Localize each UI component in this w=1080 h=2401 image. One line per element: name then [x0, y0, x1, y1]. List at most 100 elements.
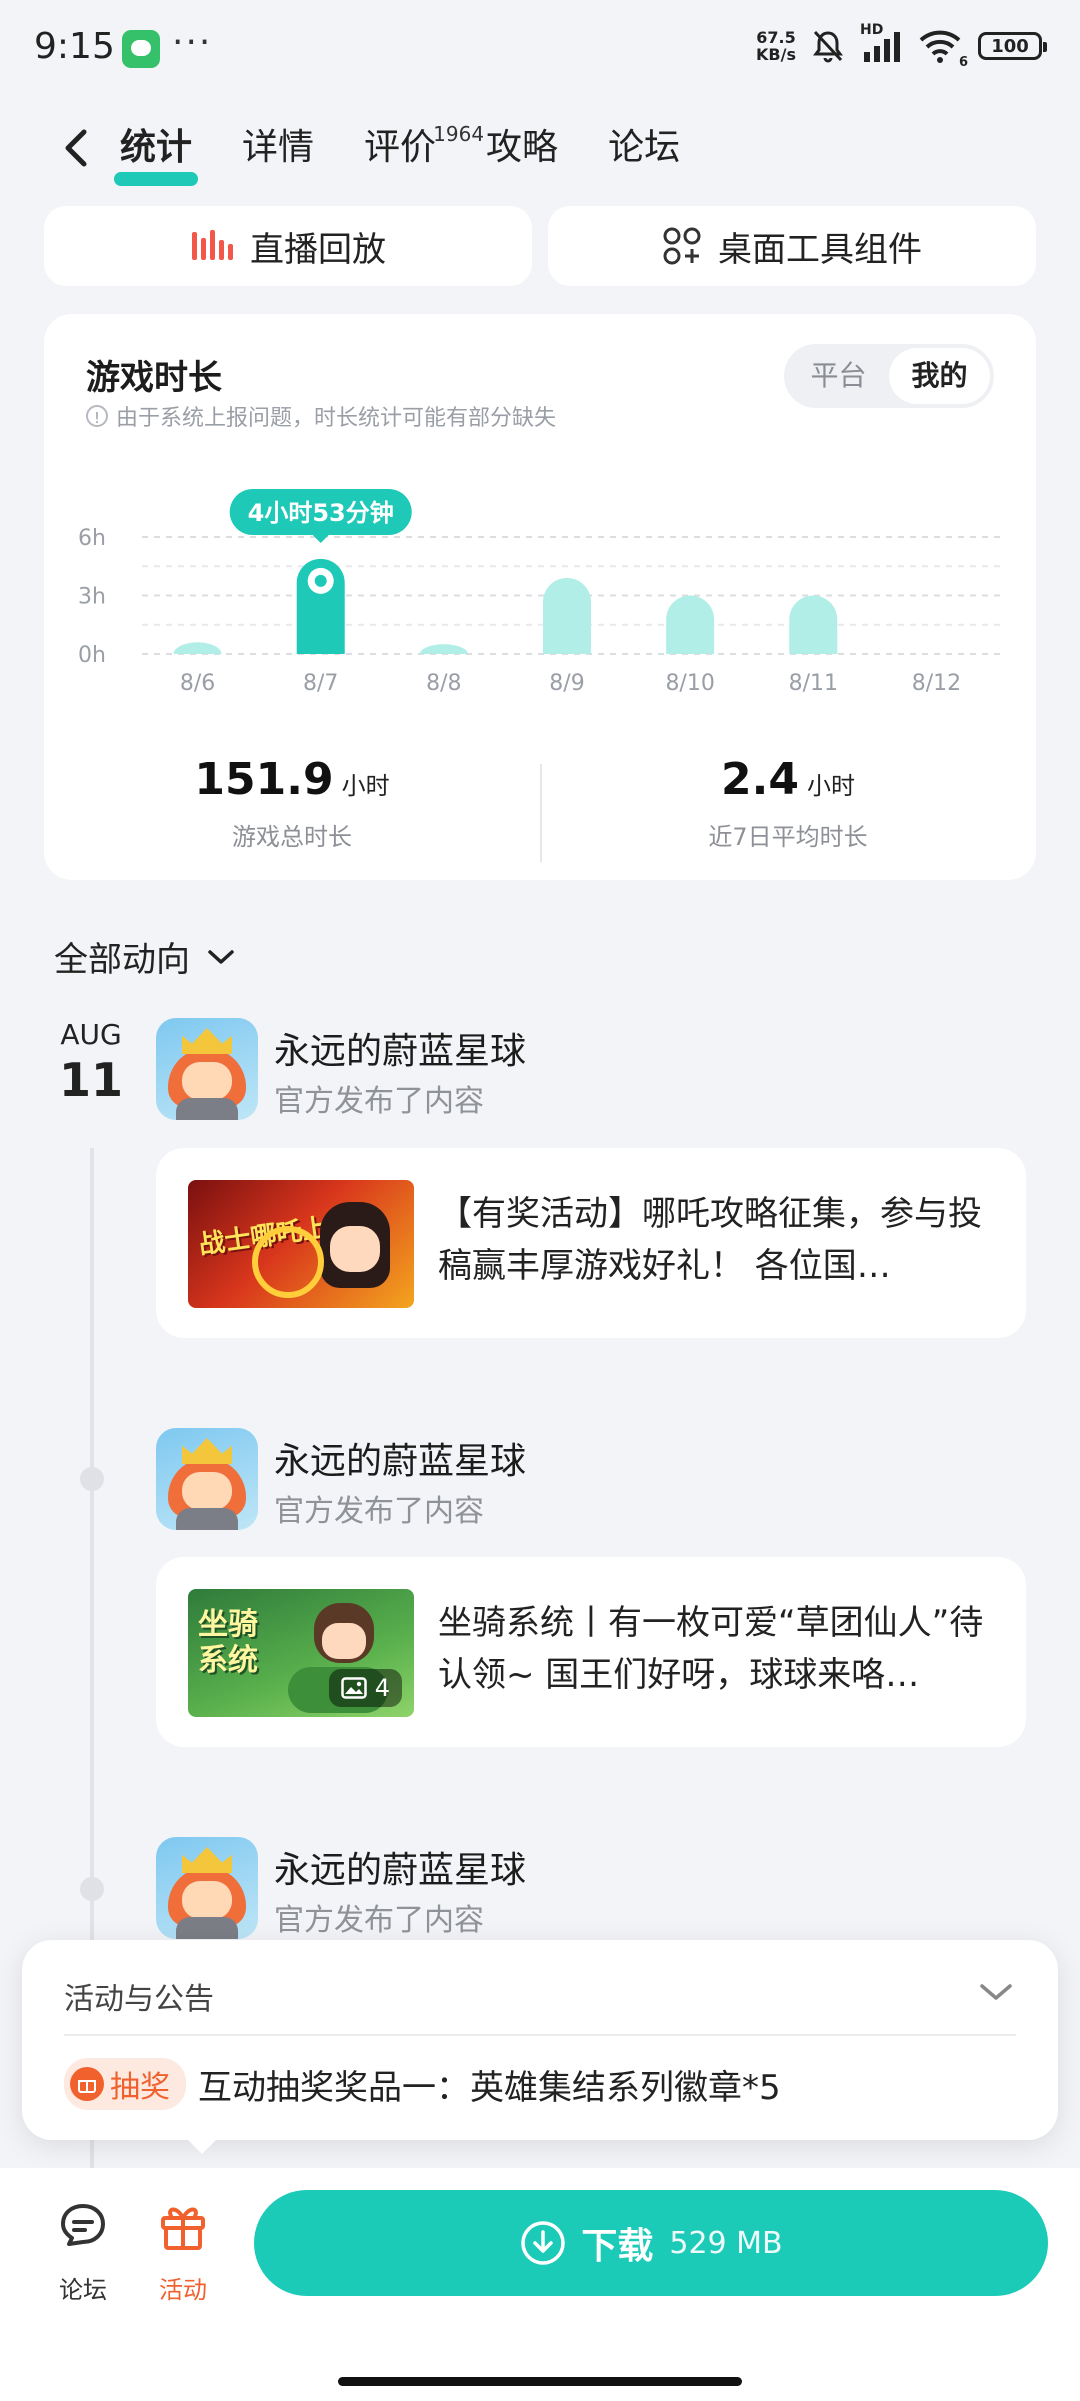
feed-post-card[interactable]: 坐骑系统 4 坐骑系统丨有一枚可爱“草团仙人”待认领~ 国王们好呀，球球来咯…	[156, 1557, 1026, 1747]
tab-details[interactable]: 详情	[242, 118, 314, 178]
publisher-name[interactable]: 永远的蔚蓝星球	[274, 1432, 526, 1484]
bottom-activity-label: 活动	[159, 2276, 207, 2304]
playtime-bar-chart: 0h 3h 6h 8/6 8/7 8/8 8/9 8/10 8/11 8/12 4小时53分钟	[78, 489, 1004, 696]
collapse-chevron-icon[interactable]	[978, 1980, 1014, 2004]
publisher-action: 官方发布了内容	[274, 1084, 484, 1119]
app-notification-icon	[122, 30, 160, 68]
toggle-platform[interactable]: 平台	[788, 348, 889, 404]
publisher-avatar[interactable]	[156, 1018, 258, 1120]
bottom-forum-button[interactable]: 论坛	[38, 2198, 128, 2305]
image-icon	[340, 1677, 367, 1699]
announcement-text: 互动抽奖奖品一：英雄集结系列徽章*5	[198, 2067, 781, 2108]
more-notifications-icon: ···	[172, 22, 213, 63]
publisher-avatar[interactable]	[156, 1428, 258, 1530]
info-icon: !	[86, 405, 108, 427]
post-thumbnail: 战士哪吒上手	[188, 1180, 414, 1308]
timeline-dot	[80, 1467, 104, 1491]
tab-reviews-label: 评价	[364, 127, 437, 168]
gift-icon	[70, 2067, 104, 2101]
activity-filter-label: 全部动向	[54, 940, 190, 980]
wifi-icon: 6	[918, 28, 968, 70]
chart-y-tick-label: 0h	[78, 643, 106, 668]
mute-bell-icon	[813, 30, 843, 63]
post-thumbnail: 坐骑系统 4	[188, 1589, 414, 1717]
publisher-action: 官方发布了内容	[274, 1494, 484, 1529]
chart-y-tick-label: 6h	[78, 526, 106, 551]
chart-bar[interactable]	[419, 644, 468, 654]
home-indicator[interactable]	[338, 2377, 742, 2386]
feed-post-card[interactable]: 战士哪吒上手 【有奖活动】哪吒攻略征集，参与投稿赢丰厚游戏好礼！ 各位国…	[156, 1148, 1026, 1338]
announcement-title: 活动与公告	[64, 1982, 214, 2017]
status-bar: 9:15 ··· 67.5 KB/s HD 6 100	[0, 0, 1080, 96]
image-count: 4	[374, 1674, 390, 1702]
chart-x-tick-label: 8/11	[789, 671, 838, 696]
chart-x-tick-label: 8/7	[303, 671, 338, 696]
chart-x-tick-label: 8/12	[912, 671, 961, 696]
chevron-down-icon	[208, 949, 234, 964]
timeline-dot	[80, 1877, 104, 1901]
average-playtime: 2.4 小时 近7日平均时长	[540, 754, 1036, 852]
top-nav: 统计 详情 评价 1964 攻略 论坛	[0, 100, 1080, 200]
chart-highlight-marker-dot	[314, 574, 327, 587]
avg-playtime-label: 近7日平均时长	[708, 823, 868, 851]
tab-bar: 统计 详情 评价 1964 攻略 论坛	[113, 118, 730, 186]
feed-date: AUG 11	[56, 1018, 126, 1107]
avg-playtime-value: 2.4	[721, 754, 799, 805]
cell-signal-icon: HD	[860, 22, 904, 64]
chart-x-tick-label: 8/6	[180, 671, 215, 696]
playtime-title: 游戏时长	[86, 358, 222, 398]
announcement-pointer	[184, 2136, 220, 2154]
feed-date-day: 11	[58, 1053, 123, 1107]
announcement-item[interactable]: 抽奖 互动抽奖奖品一：英雄集结系列徽章*5	[64, 2058, 781, 2110]
playtime-summary: 151.9 小时 游戏总时长 2.4 小时 近7日平均时长	[44, 754, 1036, 874]
activity-filter-dropdown[interactable]: 全部动向	[54, 932, 236, 981]
chart-x-tick-label: 8/10	[665, 671, 714, 696]
chart-x-tick-label: 8/9	[549, 671, 584, 696]
forum-chat-icon	[61, 2204, 105, 2246]
chart-bar[interactable]	[789, 595, 838, 655]
toggle-mine[interactable]: 我的	[889, 348, 990, 404]
bottom-forum-label: 论坛	[59, 2276, 107, 2304]
image-count-badge: 4	[328, 1669, 402, 1707]
data-source-toggle: 平台 我的	[784, 344, 994, 408]
bottom-activity-button[interactable]: 活动	[138, 2198, 228, 2305]
live-replay-button[interactable]: 直播回放	[44, 206, 532, 286]
chart-tooltip-pointer	[312, 535, 329, 543]
live-replay-label: 直播回放	[250, 229, 386, 270]
tab-forum[interactable]: 论坛	[608, 118, 680, 178]
total-playtime-unit: 小时	[341, 772, 390, 800]
lottery-tag-label: 抽奖	[110, 2070, 170, 2105]
download-icon	[521, 2221, 566, 2265]
desktop-widget-button[interactable]: 桌面工具组件	[548, 206, 1036, 286]
announcement-panel[interactable]: 活动与公告 抽奖 互动抽奖奖品一：英雄集结系列徽章*5	[22, 1940, 1058, 2140]
chart-tooltip-label: 4小时53分钟	[248, 499, 394, 527]
back-arrow-icon[interactable]	[50, 118, 110, 178]
chart-bar[interactable]	[666, 595, 715, 655]
bottom-action-bar: 论坛 活动 下载 529 MB	[0, 2168, 1080, 2401]
wifi-label: 6	[958, 55, 968, 70]
widget-grid-icon	[662, 226, 702, 266]
publisher-name[interactable]: 永远的蔚蓝星球	[274, 1022, 526, 1074]
tab-reviews[interactable]: 评价 1964	[364, 118, 484, 178]
gift-box-icon	[161, 2207, 205, 2250]
post-text: 【有奖活动】哪吒攻略征集，参与投稿赢丰厚游戏好礼！ 各位国…	[438, 1194, 982, 1286]
status-time: 9:15	[34, 26, 115, 67]
lottery-tag: 抽奖	[64, 2058, 186, 2110]
chart-bar[interactable]	[543, 577, 591, 654]
total-playtime-value: 151.9	[194, 754, 334, 805]
battery-indicator: 100	[978, 32, 1047, 60]
download-label: 下载	[581, 2226, 654, 2267]
network-speed: 67.5 KB/s	[756, 29, 796, 63]
chart-x-tick-label: 8/8	[426, 671, 461, 696]
post-thumbnail-text: 坐骑系统	[198, 1607, 258, 1678]
tab-stats[interactable]: 统计	[113, 118, 199, 186]
network-speed-unit: KB/s	[756, 45, 796, 64]
tab-guides[interactable]: 攻略	[486, 118, 558, 178]
playtime-note: ! 由于系统上报问题，时长统计可能有部分缺失	[86, 400, 556, 432]
publisher-name[interactable]: 永远的蔚蓝星球	[274, 1841, 526, 1893]
chart-bar[interactable]	[173, 642, 222, 654]
publisher-avatar[interactable]	[156, 1837, 258, 1939]
total-playtime-label: 游戏总时长	[232, 823, 352, 851]
download-button[interactable]: 下载 529 MB	[254, 2190, 1048, 2296]
download-size: 529 MB	[669, 2225, 783, 2261]
